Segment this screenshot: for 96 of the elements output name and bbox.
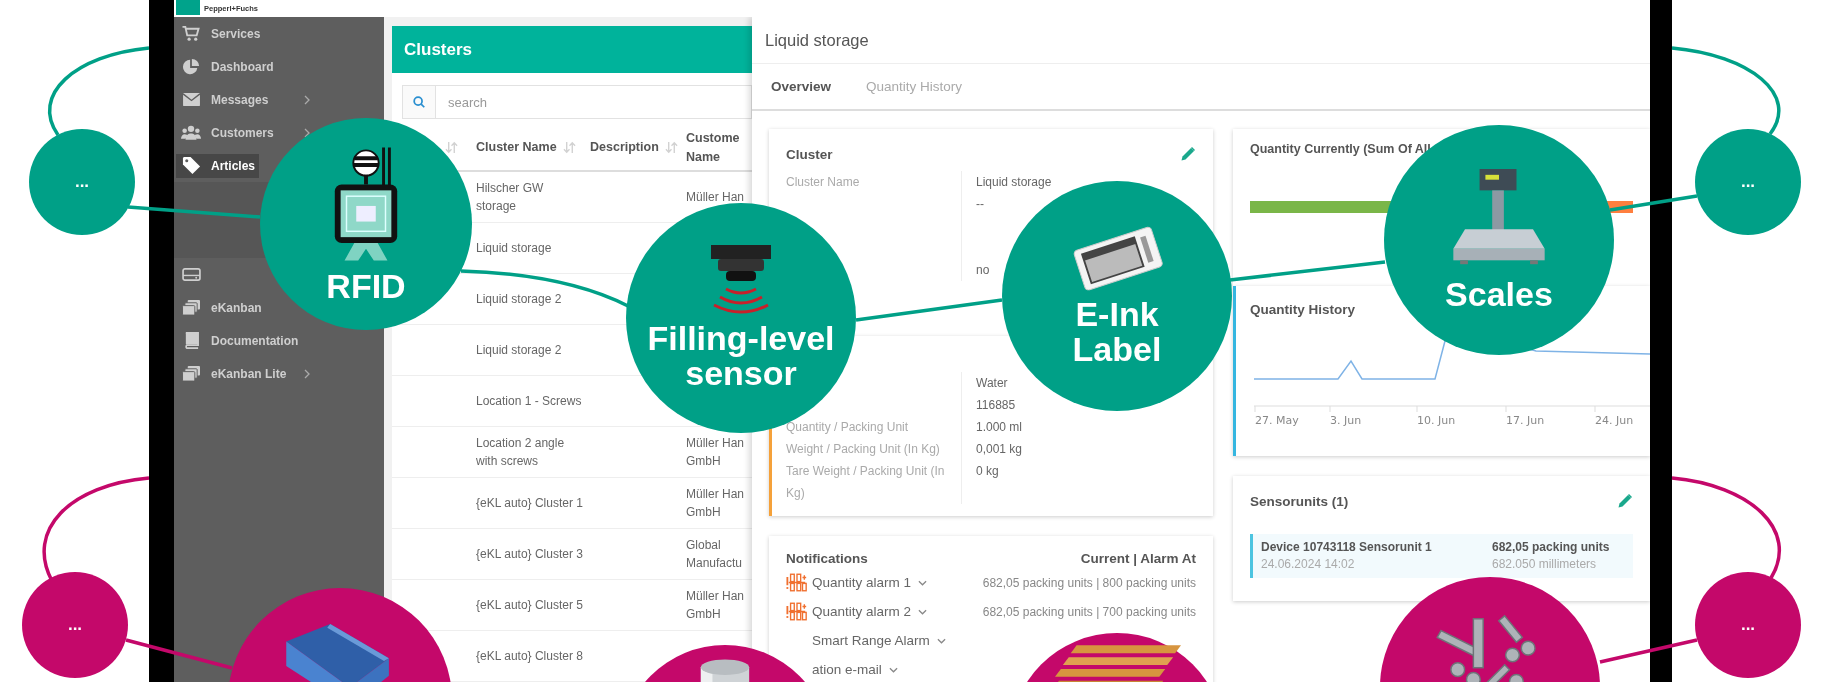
field-label: Quantity / Packing Unit [786, 420, 909, 434]
circle-label: Scales [1445, 276, 1553, 312]
book-icon [182, 332, 200, 349]
axis-label: 10. Jun [1417, 414, 1456, 427]
sidebar-item[interactable]: Dashboard [180, 58, 274, 75]
card-title: Quantity History [1250, 302, 1356, 317]
sidebar-item[interactable]: Services [180, 25, 261, 42]
pencil-icon[interactable] [1180, 146, 1196, 162]
card-title: Sensorunits (1) [1250, 493, 1349, 509]
table-cell-text: {eKL auto} Cluster 3 [476, 546, 584, 563]
chevron-icon [918, 579, 928, 586]
table-cell-text: Müller Han GmbH [686, 486, 746, 521]
unit-reading: 682.050 millimeters [1492, 556, 1598, 573]
field-value: 0 kg [976, 464, 999, 478]
notification-toggle[interactable]: ation e-mail [812, 662, 898, 677]
bars-icon [786, 602, 808, 621]
notification-value: 682,05 packing units | 700 packing units [982, 604, 1196, 619]
circle-label: RFID [326, 268, 406, 304]
table-cell-text: Liquid storage [476, 240, 553, 257]
field-value: Liquid storage [976, 175, 1052, 189]
field-label: Cluster Name [786, 175, 860, 189]
sidebar-item[interactable]: Customers [180, 124, 310, 141]
table-cell-text: Location 1 - Screws [476, 393, 583, 410]
table-cell-text: {eKL auto} Cluster 1 [476, 495, 584, 512]
notification-value: 682,05 packing units | 800 packing units [982, 575, 1196, 590]
column-header[interactable]: Cluster Name [476, 138, 580, 157]
sensorunit-row[interactable]: Device 10743118 Sensorunit 1 682,05 packing units 24.06.2024 14:02 682.050 millimeters [1250, 534, 1633, 578]
table-cell-text: Liquid storage 2 [476, 342, 563, 359]
circle-label: ... [1740, 615, 1756, 635]
unit-name: Device 10743118 Sensorunit 1 [1261, 539, 1433, 556]
notification-toggle[interactable]: Quantity alarm 2 [812, 604, 928, 619]
drive-icon [181, 267, 201, 282]
pencil-icon[interactable] [1617, 493, 1633, 509]
field-label: Weight / Packing Unit (In Kg) [786, 442, 940, 456]
chevron-icon [918, 608, 928, 615]
field-value: -- [976, 197, 984, 211]
sidebar-item[interactable]: Documentation [180, 332, 299, 349]
logo-icon [176, 0, 200, 15]
stacked-cards-icon [181, 365, 201, 382]
axis-label: 17. Jun [1506, 414, 1545, 427]
circle-label: ... [74, 172, 90, 192]
field-value: 1.000 ml [976, 420, 1023, 434]
axis-label: 24. Jun [1595, 414, 1634, 427]
notification-toggle[interactable]: Quantity alarm 1 [812, 575, 928, 590]
sidebar-item[interactable]: eKanban Lite [180, 365, 310, 382]
chevron-icon [304, 94, 310, 105]
notification-toggle[interactable]: Smart Range Alarm [812, 633, 946, 648]
cart-icon [181, 25, 201, 42]
column-header[interactable]: Custome Name [686, 129, 752, 166]
sort-icon [562, 141, 576, 154]
search-field[interactable]: search [436, 85, 752, 119]
table-cell-text: Hilscher GW storage [476, 180, 545, 215]
panel-title: Clusters [404, 39, 473, 60]
sidebar-item[interactable] [180, 266, 202, 283]
table-cell-text: Liquid storage 2 [476, 291, 563, 308]
circle-label: ... [67, 615, 83, 635]
axis-label: 27. May [1255, 414, 1299, 427]
stacked-cards-icon [181, 299, 201, 316]
tab[interactable]: Overview [771, 79, 832, 94]
unit-time: 24.06.2024 14:02 [1261, 556, 1356, 573]
panel-title: Liquid storage [752, 17, 1650, 64]
sort-icon [664, 141, 678, 154]
search-button[interactable] [402, 85, 436, 119]
card-title: Notifications [786, 550, 868, 566]
sidebar-item[interactable]: Messages [180, 91, 310, 108]
circle-label: E-Ink Label [1071, 297, 1163, 367]
chevron-icon [888, 666, 898, 673]
chevron-icon [304, 368, 310, 379]
field-value: 0,001 kg [976, 442, 1023, 456]
bars-icon [786, 573, 808, 592]
unit-quantity: 682,05 packing units [1492, 539, 1611, 556]
search-icon [412, 95, 426, 109]
sort-icon [445, 141, 458, 154]
table-cell-text: {eKL auto} Cluster 5 [476, 597, 584, 614]
pie-chart-icon [182, 57, 200, 76]
table-cell-text: Müller Han GmbH [686, 588, 746, 623]
circle-label: ... [1740, 172, 1756, 192]
table-cell-text: Global Manufactu [686, 537, 744, 572]
table-cell-text: Location 2 angle with screws [476, 435, 566, 470]
column-title: Current | Alarm At [1080, 550, 1196, 566]
field-value: 116885 [976, 398, 1016, 412]
axis-label: 3. Jun [1330, 414, 1362, 427]
table-cell-text: {eKL auto} Cluster 8 [476, 648, 584, 665]
field-label: Tare Weight / Packing Unit (In Kg) [786, 464, 945, 500]
table-cell-text: Müller Han GmbH [686, 435, 746, 470]
card-title: Cluster [786, 146, 833, 162]
chevron-icon [936, 637, 946, 644]
table-cell-text: Müller Han [686, 189, 746, 206]
circle-label: Filling-level sensor [646, 321, 836, 391]
sidebar-item[interactable]: eKanban [180, 299, 262, 316]
envelope-icon [181, 92, 201, 107]
people-icon [181, 124, 201, 141]
field-value: Water [976, 376, 1008, 390]
field-value: no [976, 263, 990, 277]
column-header[interactable]: Description [590, 138, 682, 157]
tag-icon [181, 156, 201, 175]
